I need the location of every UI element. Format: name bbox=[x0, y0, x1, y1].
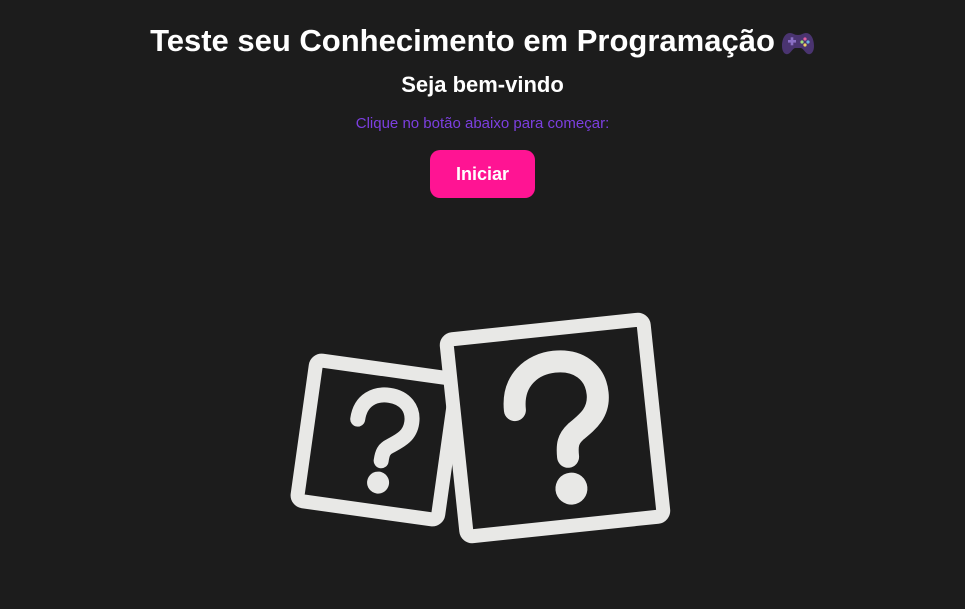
welcome-heading: Seja bem-vindo bbox=[401, 72, 564, 97]
instruction-text: Clique no botão abaixo para começar: bbox=[355, 115, 610, 132]
page-title: Teste seu Conhecimento em Programação bbox=[0, 21, 965, 61]
question-mark-cards-icon bbox=[270, 300, 700, 570]
game-controller-icon bbox=[781, 28, 815, 54]
start-button[interactable]: Iniciar bbox=[430, 150, 535, 198]
page-title-text: Teste seu Conhecimento em Programação bbox=[150, 22, 775, 58]
